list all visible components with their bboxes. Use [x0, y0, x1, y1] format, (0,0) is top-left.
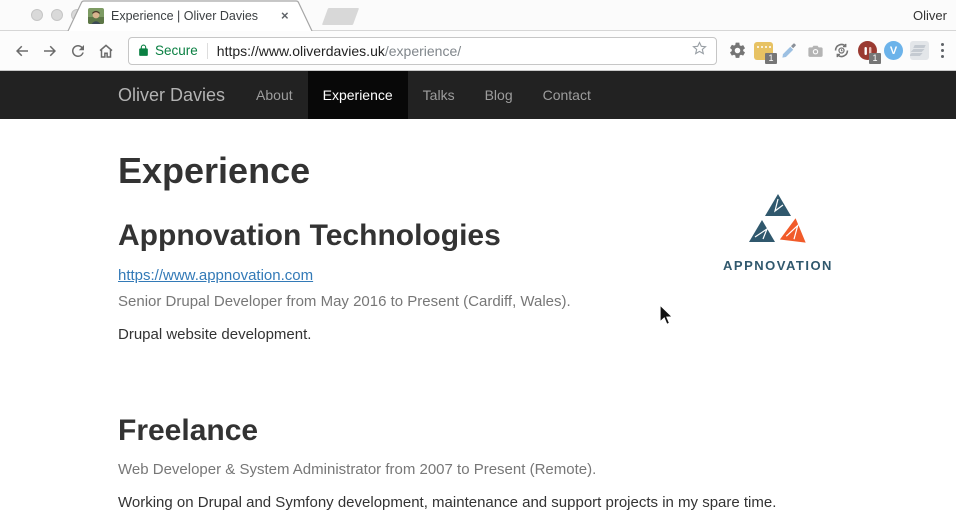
mouse-cursor [656, 303, 676, 327]
bookmark-star-button[interactable] [691, 40, 708, 62]
browser-menu-button[interactable] [941, 43, 945, 59]
extension-notes-button[interactable]: 1 [751, 38, 777, 64]
secure-label: Secure [155, 43, 198, 58]
section-paragraph: Drupal website development. [118, 324, 718, 346]
close-window-button[interactable] [31, 9, 43, 21]
section-heading: Freelance [118, 414, 838, 449]
back-arrow-icon [13, 42, 31, 60]
role-text: Senior Drupal Developer from May 2016 to… [118, 293, 718, 310]
extension-gear-button[interactable] [725, 38, 751, 64]
tab-close-icon[interactable]: × [281, 9, 289, 22]
role-text: Web Developer & System Administrator fro… [118, 461, 838, 478]
eyedropper-icon [780, 41, 799, 60]
section-heading: Appnovation Technologies [118, 219, 718, 254]
site-navbar: Oliver Davies About Experience Talks Blo… [0, 71, 956, 119]
home-button[interactable] [94, 39, 118, 63]
url-text[interactable]: https://www.oliverdavies.uk/experience/ [217, 43, 685, 59]
vimium-icon: V [884, 41, 903, 60]
back-button[interactable] [10, 39, 34, 63]
reload-icon [69, 42, 87, 60]
section-appnovation: Appnovation Technologies https://www.app… [118, 191, 838, 357]
url-origin: https://www.oliverdavies.uk [217, 43, 385, 59]
section-freelance: Freelance Web Developer & System Adminis… [118, 414, 838, 523]
tab-title: Experience | Oliver Davies [111, 9, 277, 23]
forward-button[interactable] [38, 39, 62, 63]
extension-vimium-button[interactable]: V [881, 38, 907, 64]
browser-toolbar: Secure https://www.oliverdavies.uk/exper… [0, 31, 956, 71]
extensions-row: 1 1 V [725, 38, 949, 64]
gear-icon [728, 41, 747, 60]
forward-arrow-icon [41, 42, 59, 60]
extension-session-sync-button[interactable] [829, 38, 855, 64]
extension-eyedropper-button[interactable] [777, 38, 803, 64]
security-chip[interactable]: Secure [137, 43, 198, 58]
url-path: /experience/ [385, 43, 461, 59]
nav-item-experience[interactable]: Experience [308, 71, 408, 119]
appnovation-wordmark: APPNOVATION [718, 258, 838, 273]
nav-item-blog[interactable]: Blog [470, 71, 528, 119]
company-link[interactable]: https://www.appnovation.com [118, 267, 313, 284]
camera-icon [806, 41, 825, 60]
page-title: Experience [118, 150, 838, 191]
extension-recorder-button[interactable]: 1 [855, 38, 881, 64]
extension-badge: 1 [765, 53, 776, 64]
new-tab-button[interactable] [322, 8, 359, 25]
minimize-window-button[interactable] [51, 9, 63, 21]
browser-window: Experience | Oliver Davies × Oliver Secu… [0, 0, 956, 523]
nav-item-talks[interactable]: Talks [408, 71, 470, 119]
home-icon [97, 42, 115, 60]
nav-item-about[interactable]: About [241, 71, 308, 119]
section-paragraph: Working on Drupal and Symfony developmen… [118, 492, 838, 514]
extension-layers-button[interactable] [907, 38, 933, 64]
browser-tab[interactable]: Experience | Oliver Davies × [66, 0, 316, 31]
address-bar[interactable]: Secure https://www.oliverdavies.uk/exper… [128, 37, 717, 65]
reload-button[interactable] [66, 39, 90, 63]
omnibox-divider [207, 43, 208, 59]
extension-badge: 1 [869, 53, 880, 64]
tab-favicon-icon [88, 8, 104, 24]
star-icon [691, 40, 708, 57]
profile-name[interactable]: Oliver [913, 8, 947, 23]
session-sync-icon [832, 41, 851, 60]
tab-strip: Experience | Oliver Davies × Oliver [0, 0, 956, 31]
appnovation-logo: APPNOVATION [718, 193, 838, 273]
nav-item-contact[interactable]: Contact [528, 71, 606, 119]
layers-icon [910, 41, 929, 60]
lock-icon [137, 44, 150, 57]
page-content: Experience Appnovation Technologies http… [118, 150, 838, 523]
extension-camera-button[interactable] [803, 38, 829, 64]
appnovation-triangles-icon [745, 193, 811, 251]
site-brand[interactable]: Oliver Davies [118, 71, 241, 119]
